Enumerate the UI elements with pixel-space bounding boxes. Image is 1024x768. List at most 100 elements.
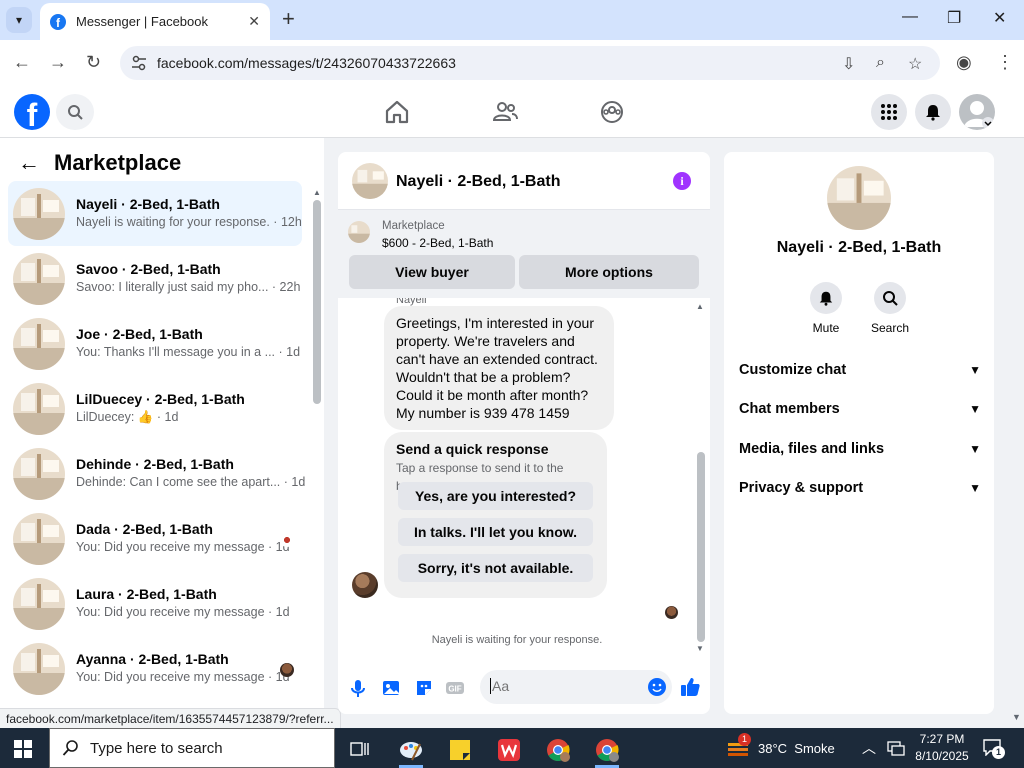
default-avatar-icon	[964, 101, 994, 129]
conversation-preview: LilDuecey: 👍 · 1d	[76, 410, 179, 424]
mute-action[interactable]: Mute	[796, 282, 856, 335]
back-arrow-icon[interactable]: ←	[18, 150, 40, 176]
browser-tab[interactable]: f Messenger | Facebook ✕	[40, 3, 270, 40]
friends-icon[interactable]	[491, 98, 519, 126]
quick-reply-button[interactable]: Sorry, it's not available.	[398, 554, 593, 582]
incoming-message: Greetings, I'm interested in your proper…	[384, 306, 614, 430]
read-receipt-avatar	[665, 606, 678, 619]
install-app-icon[interactable]: ⇩	[842, 54, 855, 74]
chrome-profile-icon[interactable]	[538, 732, 578, 768]
bookmark-star-icon[interactable]: ☆	[908, 54, 922, 74]
search-action[interactable]: Search	[860, 282, 920, 335]
conversation-item[interactable]: Savoo · 2-Bed, 1-Bath Savoo: I literally…	[8, 246, 302, 311]
chevron-down-icon: ▼	[969, 442, 981, 456]
message-input-container[interactable]	[480, 670, 672, 704]
wps-office-icon[interactable]	[489, 732, 529, 768]
chat-title[interactable]: Nayeli · 2-Bed, 1-Bath	[396, 173, 560, 191]
listing-price[interactable]: $600 - 2-Bed, 1-Bath	[382, 236, 493, 250]
taskbar-search-placeholder: Type here to search	[90, 739, 223, 757]
scroll-up-icon[interactable]: ▲	[313, 188, 321, 197]
home-icon[interactable]	[383, 98, 411, 126]
minimize-icon[interactable]: —	[902, 8, 918, 26]
paint-app-icon[interactable]	[391, 732, 431, 768]
conversation-item[interactable]: Dehinde · 2-Bed, 1-Bath Dehinde: Can I c…	[8, 441, 305, 506]
scroll-up-icon[interactable]: ▲	[696, 302, 704, 311]
message-input[interactable]	[490, 678, 640, 694]
tab-search-button[interactable]: ▾	[6, 7, 32, 33]
conversation-name: Dada · 2-Bed, 1-Bath	[76, 521, 213, 537]
restore-icon[interactable]: ❐	[947, 8, 961, 28]
conversation-preview: You: Did you receive my message · 1d	[76, 540, 290, 554]
windows-start-icon[interactable]	[14, 740, 32, 758]
taskbar-search-box[interactable]: Type here to search	[49, 728, 335, 768]
details-listing-thumbnail[interactable]	[827, 166, 891, 230]
facebook-search-button[interactable]	[56, 94, 94, 130]
quick-response-title: Send a quick response	[396, 441, 549, 457]
url-text[interactable]: facebook.com/messages/t/2432607043372266…	[157, 55, 456, 71]
chrome-icon[interactable]	[587, 732, 627, 768]
notification-center-icon[interactable]: 1	[982, 728, 1005, 768]
emoji-icon[interactable]	[648, 678, 666, 696]
media-files-links-section[interactable]: Media, files and links ▼	[739, 434, 981, 464]
quick-reply-button[interactable]: Yes, are you interested?	[398, 482, 593, 510]
conversation-item[interactable]: LilDuecey · 2-Bed, 1-Bath LilDuecey: 👍 ·…	[8, 376, 302, 441]
search-icon	[62, 740, 78, 756]
customize-chat-section[interactable]: Customize chat ▼	[739, 355, 981, 385]
account-avatar[interactable]	[959, 94, 995, 130]
listing-thumbnail	[13, 253, 65, 305]
chat-scrollbar[interactable]: ▲ ▼	[696, 302, 706, 653]
window-close-icon[interactable]: ✕	[993, 8, 1006, 28]
zoom-icon[interactable]: ⌕	[876, 54, 885, 72]
conversation-item[interactable]: Dada · 2-Bed, 1-Bath You: Did you receiv…	[8, 506, 302, 571]
browser-menu-icon[interactable]: ⋮	[996, 52, 1014, 73]
quick-reply-button[interactable]: In talks. I'll let you know.	[398, 518, 593, 546]
task-view-icon[interactable]	[340, 732, 380, 768]
privacy-support-section[interactable]: Privacy & support ▼	[739, 473, 981, 503]
sticker-icon[interactable]	[414, 678, 434, 698]
network-icon[interactable]	[887, 728, 905, 768]
facebook-logo-icon[interactable]: f	[14, 94, 50, 130]
listing-thumbnail	[13, 448, 65, 500]
waiting-status: Nayeli is waiting for your response.	[431, 634, 603, 646]
chat-members-section[interactable]: Chat members ▼	[739, 394, 981, 424]
show-hidden-icons[interactable]: ︿	[862, 728, 876, 768]
scroll-down-icon[interactable]: ▼	[696, 644, 704, 653]
seen-avatar-icon	[280, 663, 294, 677]
listing-banner: Marketplace $600 - 2-Bed, 1-Bath View bu…	[338, 210, 710, 298]
info-icon[interactable]: i	[673, 172, 691, 190]
back-icon[interactable]: ←	[13, 52, 31, 73]
site-settings-icon[interactable]	[130, 54, 148, 72]
more-options-button[interactable]: More options	[519, 255, 699, 289]
chat-listing-thumbnail[interactable]	[352, 163, 388, 199]
microphone-icon[interactable]	[348, 678, 368, 698]
marketplace-conversation-panel: ← Marketplace Nayeli · 2-Bed, 1-Bath Nay…	[0, 138, 324, 714]
gif-icon[interactable]: GIF	[445, 678, 465, 698]
thumbs-up-icon[interactable]	[679, 676, 701, 698]
conversation-item[interactable]: Joe · 2-Bed, 1-Bath You: Thanks I'll mes…	[8, 311, 302, 376]
tab-close-icon[interactable]: ✕	[248, 13, 260, 30]
forward-icon[interactable]: →	[49, 52, 67, 73]
listing-thumbnail	[13, 643, 65, 695]
tab-title: Messenger | Facebook	[76, 14, 208, 29]
conversation-item[interactable]: Ayanna · 2-Bed, 1-Bath You: Did you rece…	[8, 636, 302, 701]
view-buyer-button[interactable]: View buyer	[349, 255, 515, 289]
notifications-button[interactable]	[915, 94, 951, 130]
sticky-notes-icon[interactable]	[440, 732, 480, 768]
reload-icon[interactable]: ↻	[86, 52, 101, 73]
profile-icon[interactable]: ◉	[956, 52, 972, 73]
conversation-item[interactable]: Laura · 2-Bed, 1-Bath You: Did you recei…	[8, 571, 302, 636]
groups-icon[interactable]	[598, 98, 626, 126]
weather-widget[interactable]: 1 38°C Smoke	[726, 728, 835, 768]
sender-avatar[interactable]	[352, 572, 378, 598]
menu-grid-button[interactable]	[871, 94, 907, 130]
grid-icon	[881, 104, 897, 120]
address-bar[interactable]: facebook.com/messages/t/2432607043372266…	[120, 46, 940, 80]
new-tab-button[interactable]: +	[282, 8, 295, 30]
conversation-item[interactable]: Nayeli · 2-Bed, 1-Bath Nayeli is waiting…	[8, 181, 302, 246]
system-clock[interactable]: 7:27 PM 8/10/2025	[912, 731, 972, 765]
sender-name: Nayeli	[396, 298, 427, 306]
page-scroll-down-icon[interactable]: ▼	[1012, 712, 1021, 722]
photo-icon[interactable]	[381, 678, 401, 698]
conversation-scrollbar[interactable]: ▲	[313, 188, 321, 708]
section-label: Customize chat	[739, 362, 847, 378]
